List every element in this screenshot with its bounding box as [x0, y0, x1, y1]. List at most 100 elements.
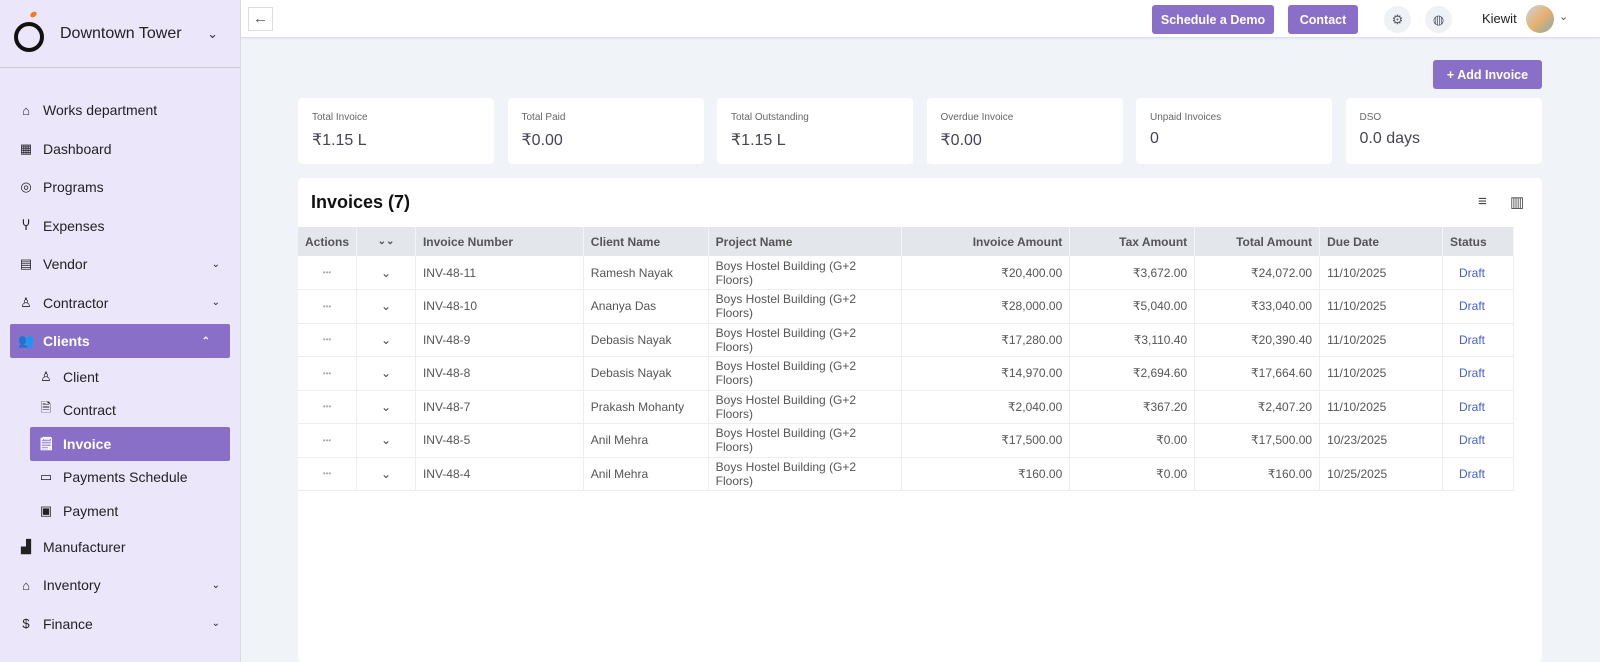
- invoice-number-cell[interactable]: INV-48-4: [415, 457, 584, 491]
- sidebar-item-manufacturer[interactable]: ▟ Manufacturer: [0, 528, 240, 567]
- tax-amount-cell: ₹0.00: [1069, 423, 1196, 458]
- table-row: ••• ⌄ INV-48-11 Ramesh Nayak Boys Hostel Bui…: [298, 256, 1515, 290]
- sidebar-subitem-invoice[interactable]: 🗒 Invoice: [30, 427, 230, 461]
- tax-amount-cell: ₹0.00: [1069, 457, 1196, 491]
- users-icon: 👥: [18, 333, 35, 348]
- sidebar-item-dashboard[interactable]: ▦ Dashboard: [0, 130, 240, 169]
- total-amount-cell: ₹17,500.00: [1194, 423, 1321, 458]
- due-date-cell: 10/25/2025: [1319, 457, 1443, 491]
- settings-icon[interactable]: ⚙: [1384, 6, 1411, 33]
- sidebar-subitem-client[interactable]: ♙ Client: [0, 360, 240, 394]
- due-date-cell: 11/10/2025: [1319, 289, 1443, 324]
- sidebar-item-clients[interactable]: 👥 Clients ⌃: [10, 324, 230, 358]
- column-header[interactable]: Due Date: [1319, 227, 1443, 256]
- row-actions-icon[interactable]: •••: [298, 256, 358, 290]
- sidebar-item-contractor[interactable]: ♙ Contractor ⌄: [0, 284, 240, 323]
- invoice-number-cell[interactable]: INV-48-7: [415, 390, 584, 424]
- expand-row-icon[interactable]: ⌄: [356, 457, 416, 491]
- sidebar-item-expenses[interactable]: Ⴤ Expenses: [0, 207, 240, 246]
- invoice-number-cell[interactable]: INV-48-9: [415, 323, 584, 357]
- contact-button[interactable]: Contact: [1288, 5, 1358, 34]
- status-cell[interactable]: Draft: [1442, 423, 1515, 458]
- status-cell[interactable]: Draft: [1442, 356, 1515, 391]
- row-actions-icon[interactable]: •••: [298, 356, 358, 391]
- chevron-down-icon: ⌄: [211, 618, 220, 630]
- status-cell[interactable]: Draft: [1442, 289, 1515, 324]
- chevron-down-icon: ⌄: [211, 297, 220, 309]
- inventory-icon: ⌂: [22, 577, 30, 593]
- table-row: ••• ⌄ INV-48-4 Anil Mehra Boys Hostel Buildi…: [298, 457, 1515, 491]
- column-header[interactable]: Client Name: [583, 227, 709, 256]
- columns-icon[interactable]: ▥: [1510, 193, 1524, 211]
- due-date-cell: 11/10/2025: [1319, 390, 1443, 424]
- expand-row-icon[interactable]: ⌄: [356, 323, 416, 357]
- sidebar-item-label: Vendor: [43, 256, 88, 273]
- invoice-amount-cell: ₹2,040.00: [901, 390, 1071, 424]
- vendor-icon: ▤: [19, 256, 33, 272]
- filter-icon[interactable]: ≡: [1478, 193, 1487, 210]
- invoice-number-cell[interactable]: INV-48-11: [415, 256, 584, 290]
- table-row: ••• ⌄ INV-48-7 Prakash Mohanty Boys Hostel B…: [298, 390, 1515, 424]
- sidebar-item-label: Expenses: [43, 217, 105, 234]
- expand-row-icon[interactable]: ⌄: [356, 390, 416, 424]
- dashboard-icon: ▦: [19, 140, 33, 156]
- row-actions-icon[interactable]: •••: [298, 390, 358, 424]
- home-icon: ⌂: [22, 102, 30, 118]
- sidebar-item-inventory[interactable]: ⌂ Inventory ⌄: [0, 566, 240, 605]
- chevron-down-icon: ⌄: [207, 25, 218, 41]
- invoice-number-cell[interactable]: INV-48-10: [415, 289, 584, 324]
- sidebar-item-vendor[interactable]: ▤ Vendor ⌄: [0, 245, 240, 284]
- sidebar-subitem-payment[interactable]: ▣ Payment: [0, 494, 240, 528]
- avatar[interactable]: [1526, 5, 1554, 33]
- sidebar-subitem-contract[interactable]: 🗎 Contract: [0, 394, 240, 428]
- stat-card: Total Outstanding ₹1.15 L: [717, 98, 913, 164]
- user-name[interactable]: Kiewit: [1482, 11, 1517, 26]
- chevron-up-icon: ⌃: [201, 335, 210, 347]
- wallet-icon: ▣: [39, 502, 53, 518]
- row-actions-icon[interactable]: •••: [298, 323, 358, 357]
- sidebar-item-programs[interactable]: ◎ Programs: [0, 168, 240, 207]
- status-cell[interactable]: Draft: [1442, 457, 1515, 491]
- client-name-cell: Debasis Nayak: [583, 323, 709, 357]
- column-header[interactable]: Invoice Number: [415, 227, 584, 256]
- sidebar-subitem-payments-schedule[interactable]: ▭ Payments Schedule: [0, 461, 240, 495]
- sidebar-item-finance[interactable]: $ Finance ⌄: [0, 605, 240, 644]
- expand-row-icon[interactable]: ⌄: [356, 356, 416, 391]
- stat-label: Total Paid: [521, 112, 566, 123]
- sidebar-item-works-department[interactable]: ⌂ Works department: [0, 91, 240, 130]
- expand-all-icon[interactable]: ⌄⌄: [356, 227, 416, 256]
- row-actions-icon[interactable]: •••: [298, 457, 358, 491]
- column-header[interactable]: Total Amount: [1194, 227, 1321, 256]
- sidebar: Downtown Tower ⌄ ⌂ Works department ▦ Dashb…: [0, 0, 241, 662]
- expand-row-icon[interactable]: ⌄: [356, 289, 416, 324]
- schedule-demo-button[interactable]: Schedule a Demo: [1152, 5, 1274, 34]
- add-invoice-button[interactable]: + Add Invoice: [1433, 60, 1542, 89]
- total-amount-cell: ₹2,407.20: [1194, 390, 1321, 424]
- column-header[interactable]: Tax Amount: [1069, 227, 1196, 256]
- expand-row-icon[interactable]: ⌄: [356, 423, 416, 458]
- invoice-number-cell[interactable]: INV-48-8: [415, 356, 584, 391]
- chevron-down-icon[interactable]: ⌄: [1559, 10, 1568, 23]
- status-cell[interactable]: Draft: [1442, 323, 1515, 357]
- project-selector[interactable]: Downtown Tower ⌄: [0, 0, 240, 68]
- column-header[interactable]: Invoice Amount: [901, 227, 1071, 256]
- row-actions-icon[interactable]: •••: [298, 289, 358, 324]
- total-amount-cell: ₹20,390.40: [1194, 323, 1321, 357]
- expand-row-icon[interactable]: ⌄: [356, 256, 416, 290]
- table-row: ••• ⌄ INV-48-5 Anil Mehra Boys Hostel Buildi…: [298, 423, 1515, 458]
- tax-amount-cell: ₹367.20: [1069, 390, 1196, 424]
- column-header[interactable]: Project Name: [708, 227, 903, 256]
- stat-card: Unpaid Invoices 0: [1136, 98, 1332, 164]
- invoice-number-cell[interactable]: INV-48-5: [415, 423, 584, 458]
- sidebar-item-label: Dashboard: [43, 140, 112, 157]
- card-icon: ▭: [39, 469, 53, 485]
- stat-label: Total Outstanding: [731, 112, 809, 123]
- column-header[interactable]: Status: [1442, 227, 1515, 256]
- sidebar-subitem-label: Payments Schedule: [63, 469, 188, 486]
- globe-icon[interactable]: ◍: [1425, 6, 1452, 33]
- status-cell[interactable]: Draft: [1442, 390, 1515, 424]
- back-button[interactable]: ←: [248, 7, 273, 31]
- column-header[interactable]: Actions: [298, 227, 358, 256]
- row-actions-icon[interactable]: •••: [298, 423, 358, 458]
- status-cell[interactable]: Draft: [1442, 256, 1515, 290]
